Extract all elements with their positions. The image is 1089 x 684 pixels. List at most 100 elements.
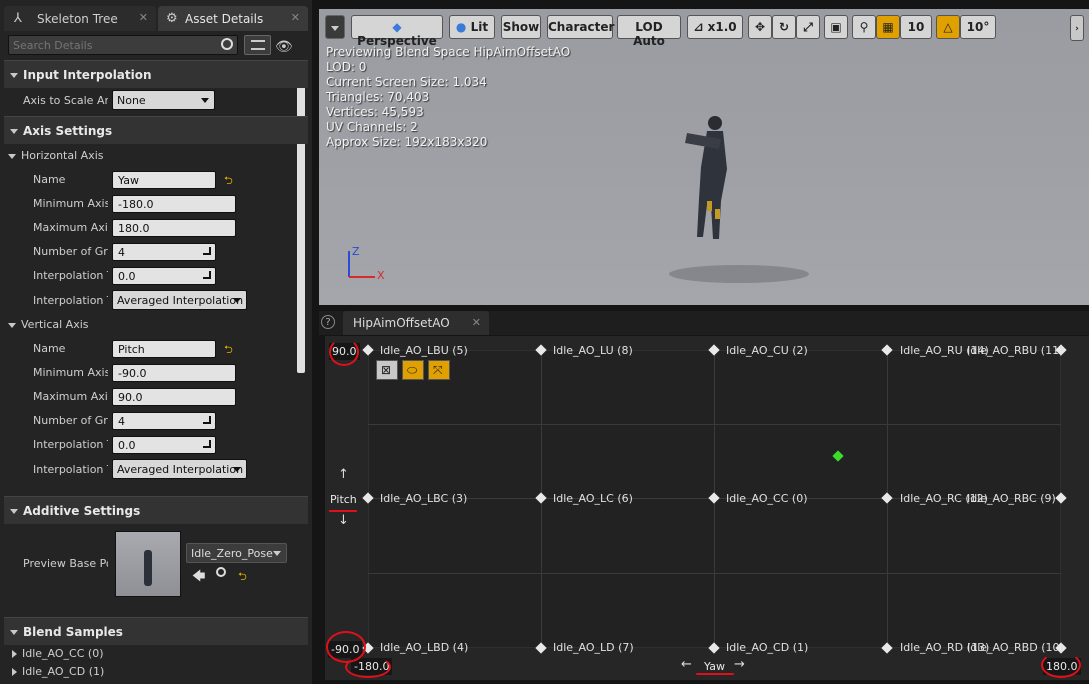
sample-label: Idle_AO_RBD (10) xyxy=(967,641,1064,654)
property-matrix-button[interactable] xyxy=(244,35,271,55)
blendspace-editor[interactable]: Idle_AO_LBU (5) Idle_AO_LU (8) Idle_AO_C… xyxy=(325,336,1089,680)
preview-base-pose-label: Preview Base Po xyxy=(23,557,108,570)
preview-viewport[interactable]: ◆ Perspective ● Lit Show Character LOD A… xyxy=(319,9,1089,305)
sample-label: Idle_AO_LBD (4) xyxy=(380,641,469,654)
arrow-left-icon: ← xyxy=(681,657,692,672)
speed-icon: ⊿ xyxy=(693,20,704,34)
angle-icon: △ xyxy=(943,20,953,34)
axis-gizmo xyxy=(348,251,375,278)
button-label: x1.0 xyxy=(707,20,737,34)
tab-skeleton-tree[interactable]: ⅄ Skeleton Tree ✕ xyxy=(4,6,156,31)
pose-thumbnail[interactable] xyxy=(115,531,181,597)
fit-icon: ⤧ xyxy=(433,363,443,377)
vertical-axis-header[interactable]: Vertical Axis xyxy=(8,318,89,331)
translate-tool-button[interactable]: ✥ xyxy=(748,15,772,39)
h-min-field[interactable]: -180.0 xyxy=(112,195,236,213)
list-item[interactable]: Idle_AO_CD (1) xyxy=(12,665,104,678)
h-interp-field[interactable]: 0.0 xyxy=(112,267,216,285)
close-icon[interactable]: ✕ xyxy=(139,11,148,24)
tab-hipaimoffset[interactable]: HipAimOffsetAO ✕ xyxy=(343,311,489,335)
perspective-button[interactable]: ◆ Perspective xyxy=(351,15,443,48)
v-max-field[interactable]: 90.0 xyxy=(112,388,236,406)
v-grid-label: Number of Grid xyxy=(33,414,108,427)
grid-line xyxy=(368,573,1061,574)
blendspace-tabbar: ? HipAimOffsetAO ✕ xyxy=(319,311,1089,335)
show-button[interactable]: Show xyxy=(501,15,541,39)
section-input-interpolation[interactable]: Input Interpolation xyxy=(4,60,308,88)
grid-snap-value[interactable]: 10 xyxy=(900,15,932,39)
v-interp-type-dropdown[interactable]: Averaged Interpolation xyxy=(112,459,247,479)
view-options-button[interactable]: 👁 xyxy=(275,38,305,55)
tab-asset-details[interactable]: ⚙ Asset Details ✕ xyxy=(158,6,308,31)
reset-icon[interactable]: ⮌ xyxy=(238,568,247,587)
arrow-down-icon: ↓ xyxy=(338,513,349,528)
field-value: Pitch xyxy=(118,343,145,356)
v-interp-field[interactable]: 0.0 xyxy=(112,436,216,454)
h-interp-type-dropdown[interactable]: Averaged Interpolation xyxy=(112,290,247,310)
maximize-viewport-button[interactable]: › xyxy=(1070,15,1084,41)
h-name-field[interactable]: Yaw xyxy=(112,171,216,189)
rotation-snap-toggle[interactable]: △ xyxy=(936,15,960,39)
show-animation-names-button[interactable]: ⬭ xyxy=(402,360,424,380)
tag-icon: ⬭ xyxy=(407,363,418,377)
field-value: 90.0 xyxy=(118,391,143,404)
info-line: UV Channels: 2 xyxy=(326,120,418,134)
grid-snap-toggle[interactable]: ▦ xyxy=(876,15,900,39)
world-local-button[interactable]: ▣ xyxy=(824,15,848,39)
stretch-to-fit-button[interactable]: ⤧ xyxy=(428,360,450,380)
search-input[interactable] xyxy=(13,38,213,52)
search-box[interactable] xyxy=(8,35,238,55)
playback-speed-button[interactable]: ⊿ x1.0 xyxy=(687,15,743,39)
rotate-icon: ↻ xyxy=(778,20,790,34)
use-selected-icon[interactable]: 🡄 xyxy=(192,567,205,589)
list-item[interactable]: Idle_AO_CC (0) xyxy=(12,647,103,660)
arrow-up-icon: ↑ xyxy=(338,467,349,482)
resize-icon xyxy=(203,440,211,448)
button-label: Show xyxy=(502,20,540,34)
v-name-field[interactable]: Pitch xyxy=(112,340,216,358)
chevron-down-icon xyxy=(201,98,209,103)
reset-icon[interactable]: ⮌ xyxy=(224,341,233,360)
section-additive-settings[interactable]: Additive Settings xyxy=(4,496,308,524)
info-line: LOD: 0 xyxy=(326,60,367,74)
search-icon[interactable] xyxy=(221,38,233,50)
translate-icon: ✥ xyxy=(754,20,766,34)
h-grid-field[interactable]: 4 xyxy=(112,243,216,261)
scale-tool-button[interactable]: ⤢ xyxy=(796,15,820,39)
viewport-options-button[interactable] xyxy=(325,15,345,39)
help-icon[interactable]: ? xyxy=(321,315,335,329)
field-value: -90.0 xyxy=(118,367,147,380)
surface-snap-button[interactable]: ⚲ xyxy=(852,15,876,39)
section-title: Additive Settings xyxy=(23,504,141,518)
grid-icon xyxy=(251,40,265,50)
v-min-field[interactable]: -90.0 xyxy=(112,364,236,382)
show-triangulation-button[interactable]: ⊠ xyxy=(376,360,398,380)
dropdown-value: Averaged Interpolation xyxy=(117,294,244,307)
close-icon[interactable]: ✕ xyxy=(472,316,481,329)
pose-dropdown[interactable]: Idle_Zero_Pose xyxy=(186,543,287,563)
close-icon[interactable]: ✕ xyxy=(291,11,300,24)
h-max-field[interactable]: 180.0 xyxy=(112,219,236,237)
v-min-label: Minimum Axis xyxy=(33,366,108,379)
lod-button[interactable]: LOD Auto xyxy=(617,15,681,48)
chevron-down-icon xyxy=(233,298,241,303)
character-button[interactable]: Character xyxy=(547,15,615,39)
expand-icon xyxy=(12,650,17,658)
section-title: Axis Settings xyxy=(23,124,113,138)
browse-icon[interactable] xyxy=(216,567,226,577)
character-armor xyxy=(707,201,712,211)
scrollbar[interactable] xyxy=(297,60,305,373)
section-blend-samples[interactable]: Blend Samples xyxy=(4,617,308,645)
rotate-tool-button[interactable]: ↻ xyxy=(772,15,796,39)
info-line: Approx Size: 192x183x320 xyxy=(326,135,488,149)
section-axis-settings[interactable]: Axis Settings xyxy=(4,116,308,144)
reset-icon[interactable]: ⮌ xyxy=(224,172,233,191)
rotation-snap-value[interactable]: 10° xyxy=(960,15,996,39)
lit-button[interactable]: ● Lit xyxy=(449,15,495,39)
axis-to-scale-dropdown[interactable]: None xyxy=(112,90,215,110)
eye-icon: 👁 xyxy=(275,39,293,55)
button-label: Character xyxy=(548,20,615,34)
horizontal-axis-header[interactable]: Horizontal Axis xyxy=(8,149,103,162)
v-grid-field[interactable]: 4 xyxy=(112,412,216,430)
sample-label: Idle_AO_LBU (5) xyxy=(380,344,468,357)
